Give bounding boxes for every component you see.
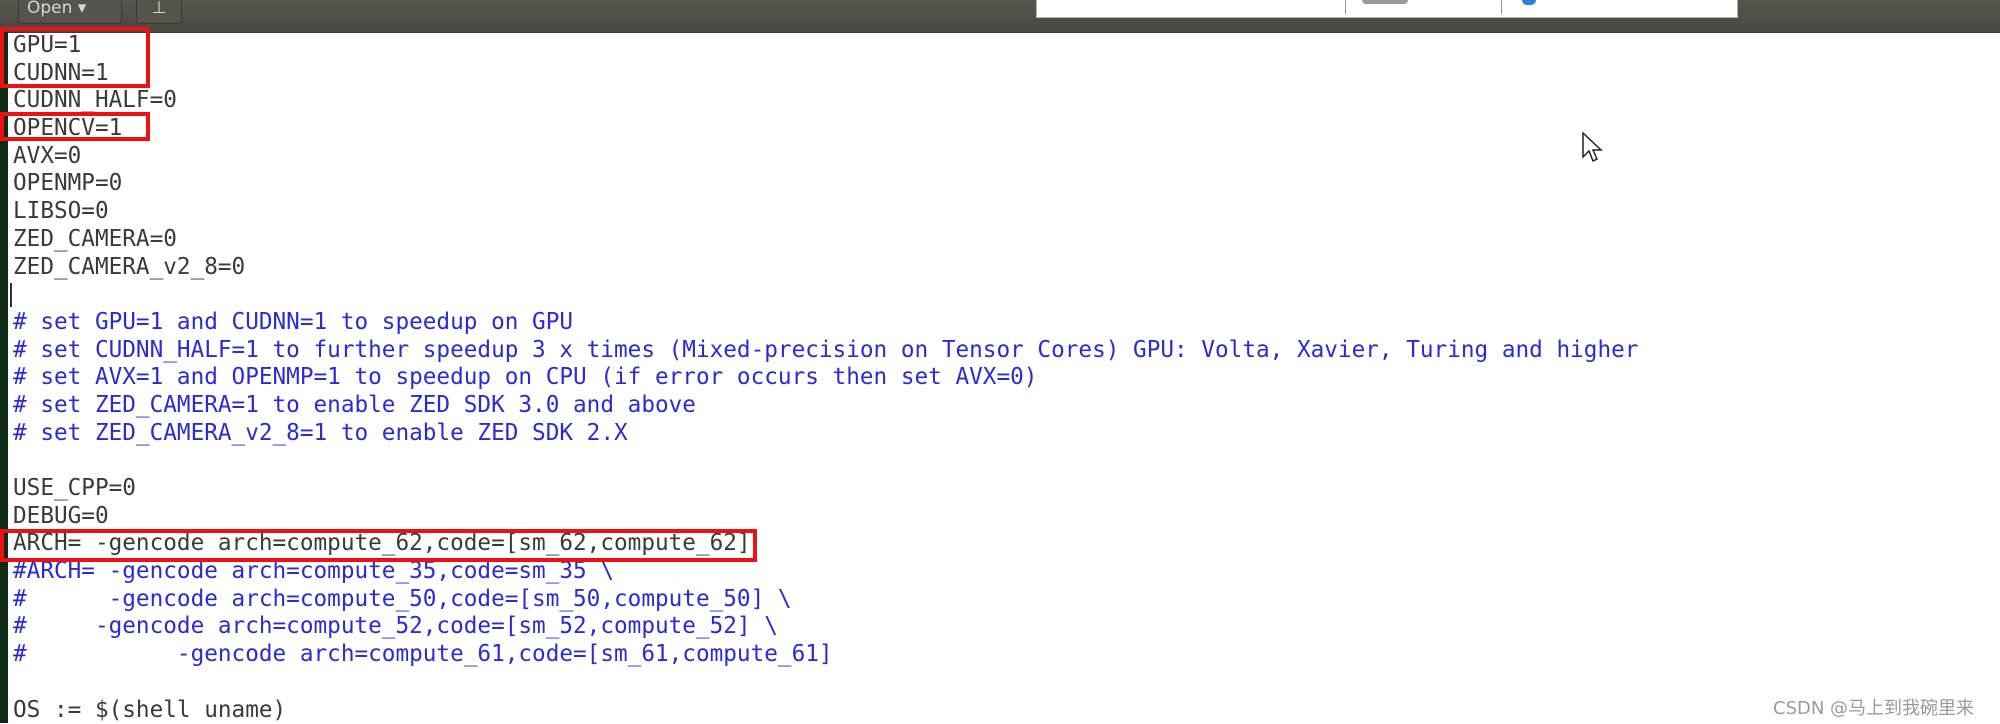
text-editor[interactable]: GPU=1CUDNN=1CUDNN_HALF=0OPENCV=1AVX=0OPE… — [13, 32, 1638, 724]
comment-line: # set CUDNN_HALF=1 to further speedup 3 … — [13, 337, 1638, 365]
mouse-cursor-icon — [1582, 132, 1604, 164]
highlight-box-gpu-cudnn — [0, 27, 150, 88]
highlight-box-opencv — [0, 112, 150, 141]
code-line: OPENMP=0 — [13, 170, 1638, 198]
watermark: CSDN @马上到我碗里来 — [1773, 694, 1974, 720]
comment-line: #ARCH= -gencode arch=compute_35,code=sm_… — [13, 558, 1638, 586]
open-button[interactable]: Open ▾ — [18, 0, 122, 24]
text-caret — [10, 283, 12, 307]
code-line: AVX=0 — [13, 143, 1638, 171]
code-line: USE_CPP=0 — [13, 475, 1638, 503]
editor-toolbar: Open ▾ ⊥ — [0, 0, 2000, 33]
pin-icon: ⊥ — [152, 0, 167, 18]
divider — [1345, 0, 1346, 14]
comment-line: # -gencode arch=compute_52,code=[sm_52,c… — [13, 613, 1638, 641]
divider — [1501, 0, 1502, 14]
popup-panel — [1036, 0, 1738, 18]
code-line: OPENCV=1 — [13, 115, 1638, 143]
toggle-icon[interactable] — [1362, 0, 1408, 4]
radio-icon[interactable] — [1522, 0, 1536, 5]
highlight-box-arch — [0, 529, 757, 562]
comment-line: # set AVX=1 and OPENMP=1 to speedup on C… — [13, 364, 1638, 392]
comment-line: # -gencode arch=compute_50,code=[sm_50,c… — [13, 586, 1638, 614]
code-line: LIBSO=0 — [13, 198, 1638, 226]
code-line: ZED_CAMERA=0 — [13, 226, 1638, 254]
code-line — [13, 447, 1638, 475]
comment-line: # set ZED_CAMERA=1 to enable ZED SDK 3.0… — [13, 392, 1638, 420]
code-line: OS := $(shell uname) — [13, 697, 1638, 724]
code-line — [13, 281, 1638, 309]
code-line — [13, 669, 1638, 697]
comment-line: # set GPU=1 and CUDNN=1 to speedup on GP… — [13, 309, 1638, 337]
code-line: GPU=1 — [13, 32, 1638, 60]
comment-line: # set ZED_CAMERA_v2_8=1 to enable ZED SD… — [13, 420, 1638, 448]
code-line: CUDNN=1 — [13, 60, 1638, 88]
code-line: ZED_CAMERA_v2_8=0 — [13, 254, 1638, 282]
pin-button[interactable]: ⊥ — [136, 0, 182, 24]
comment-line: # -gencode arch=compute_61,code=[sm_61,c… — [13, 641, 1638, 669]
code-line: CUDNN_HALF=0 — [13, 87, 1638, 115]
code-line: DEBUG=0 — [13, 503, 1638, 531]
